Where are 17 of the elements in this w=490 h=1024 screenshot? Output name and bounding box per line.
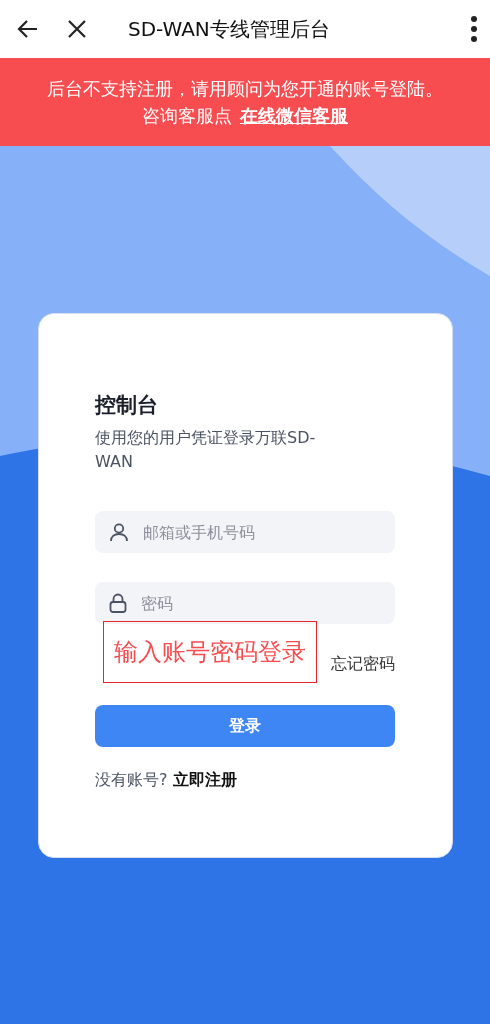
- login-button[interactable]: 登录: [95, 705, 395, 747]
- account-input[interactable]: 邮箱或手机号码: [141, 521, 383, 543]
- password-field[interactable]: 密码: [95, 582, 395, 624]
- notice-text: 后台不支持注册，请用顾问为您开通的账号登陆。咨询客服点 在线微信客服: [46, 77, 444, 128]
- forgot-password-link[interactable]: 忘记密码: [331, 654, 395, 675]
- account-field[interactable]: 邮箱或手机号码: [95, 511, 395, 553]
- card-title: 控制台: [95, 392, 159, 419]
- window-title: SD-WAN专线管理后台: [128, 15, 331, 43]
- register-link[interactable]: 立即注册: [172, 770, 237, 789]
- user-icon: [109, 522, 129, 542]
- card-subtitle: 使用您的用户凭证登录万联SD-WAN: [95, 427, 317, 473]
- annotation-label: 输入账号密码登录: [103, 621, 317, 683]
- lock-icon: [109, 593, 127, 613]
- register-prompt: 没有账号? 立即注册: [95, 770, 238, 791]
- close-icon[interactable]: [66, 18, 88, 40]
- password-input[interactable]: 密码: [139, 592, 383, 614]
- more-icon[interactable]: [470, 16, 478, 42]
